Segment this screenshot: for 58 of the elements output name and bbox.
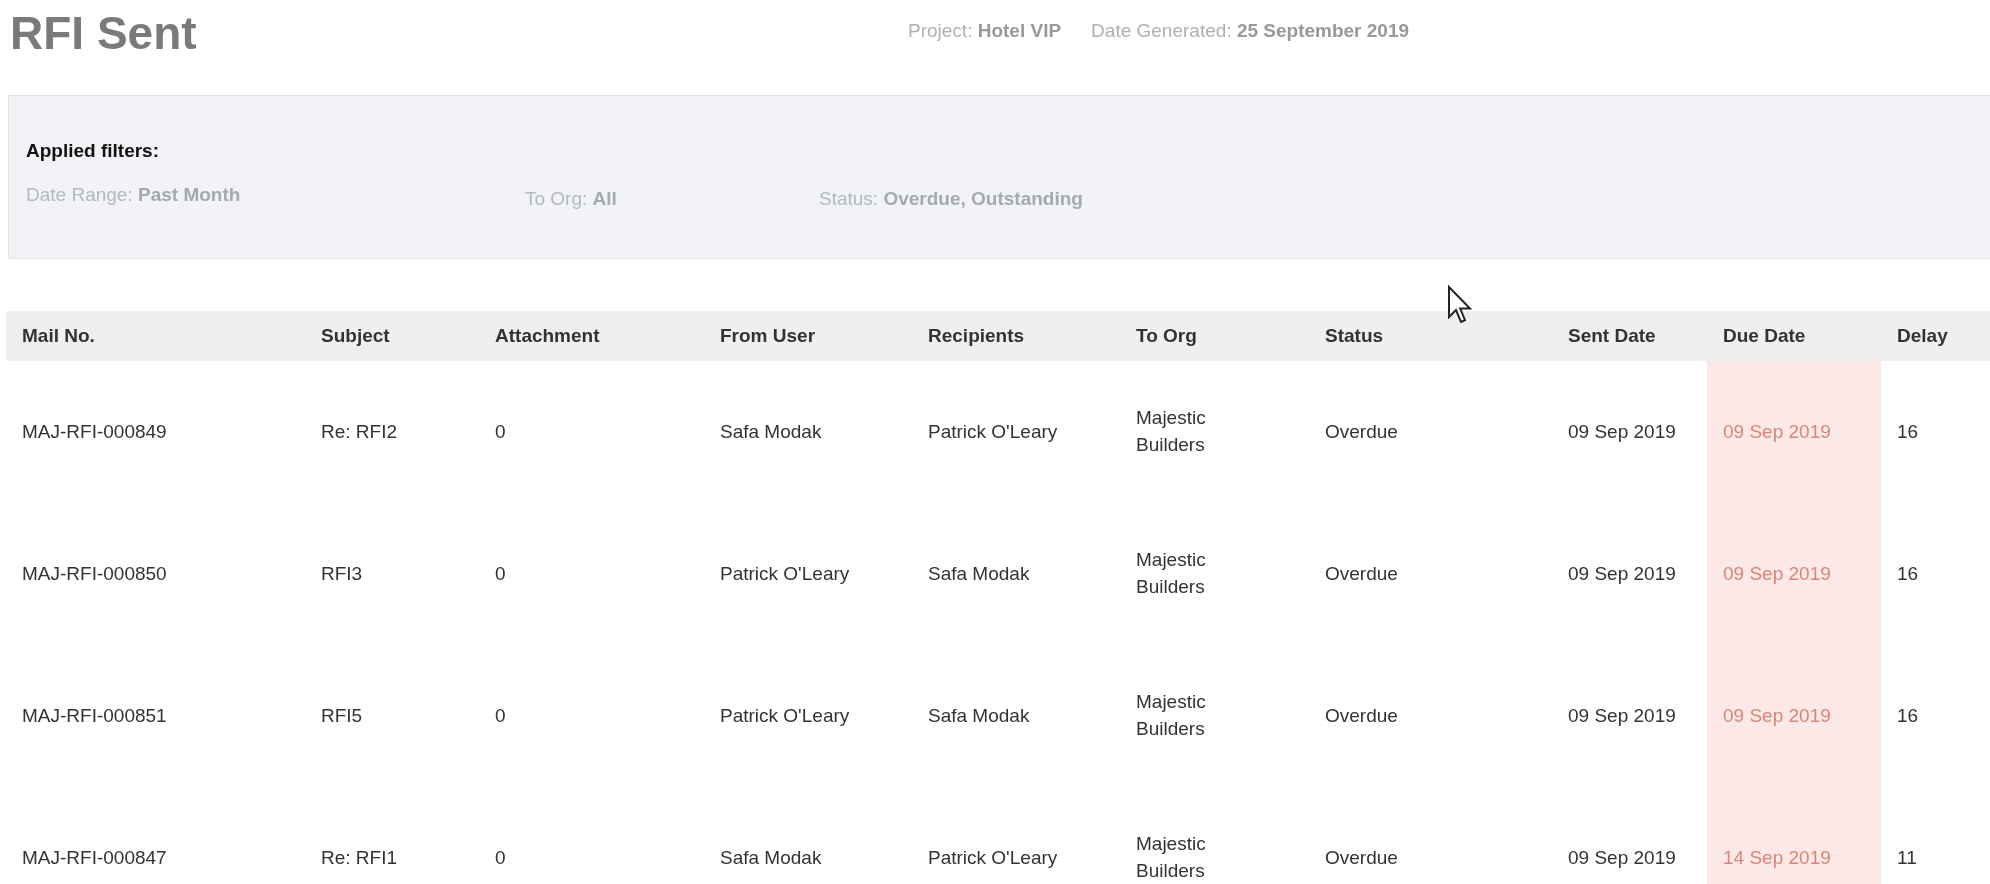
- table-cell-text: Re: RFI1: [320, 845, 399, 870]
- table-cell-text: 16: [1896, 419, 1920, 444]
- table-cell-text: Majestic Builders: [1135, 690, 1207, 741]
- filters-heading: Applied filters:: [26, 140, 160, 162]
- table-cell-text: Patrick O'Leary: [927, 845, 1059, 870]
- table-cell: 09 Sep 2019: [1707, 645, 1881, 787]
- table-cell-text: 0: [494, 703, 507, 728]
- table-cell-text: Majestic Builders: [1135, 406, 1207, 457]
- table-cell-text: Patrick O'Leary: [927, 419, 1059, 444]
- table-cell-text: Patrick O'Leary: [719, 703, 851, 728]
- column-header: Sent Date: [1567, 325, 1657, 347]
- table-cell-text: Overdue: [1324, 845, 1399, 870]
- column-header: To Org: [1135, 325, 1198, 347]
- column-header: Due Date: [1722, 325, 1807, 347]
- report-title: RFI Sent: [10, 6, 198, 60]
- table-cell-text: 0: [494, 845, 507, 870]
- table-cell-text: 16: [1896, 561, 1920, 586]
- table-cell-text: Patrick O'Leary: [719, 561, 851, 586]
- table-cell-text: Majestic Builders: [1135, 548, 1207, 599]
- table-cell-text: Safa Modak: [719, 845, 823, 870]
- table-cell-text: 09 Sep 2019: [1567, 419, 1677, 444]
- column-header: Mail No.: [21, 325, 96, 347]
- table-cell-text: 09 Sep 2019: [1567, 703, 1677, 728]
- table-cell-text: 0: [494, 419, 507, 444]
- table-cell-text: 09 Sep 2019: [1567, 561, 1677, 586]
- table-cell-text: RFI5: [320, 703, 364, 728]
- table-cell-text: 16: [1896, 703, 1920, 728]
- table-cell-text: Safa Modak: [927, 703, 1031, 728]
- table-cell-text: MAJ-RFI-000847: [21, 845, 168, 870]
- filter-text: Date Range: Past Month: [26, 184, 242, 207]
- table-cell-text: RFI3: [320, 561, 364, 586]
- column-header: Subject: [320, 325, 391, 347]
- column-header: Recipients: [927, 325, 1026, 347]
- column-header: Attachment: [494, 325, 601, 347]
- column-header: From User: [719, 325, 817, 347]
- table-cell-text: Overdue: [1324, 561, 1399, 586]
- table-cell-text: Overdue: [1324, 703, 1399, 728]
- table-cell-text: 11: [1896, 845, 1918, 870]
- table-cell-text: MAJ-RFI-000850: [21, 561, 168, 586]
- table-cell: 09 Sep 2019: [1707, 361, 1881, 503]
- table-cell-text: Safa Modak: [927, 561, 1031, 586]
- table-cell: 09 Sep 2019: [1707, 503, 1881, 645]
- meta-text: Date Generated: 25 September 2019: [1091, 20, 1410, 42]
- filter-text: To Org: All: [525, 188, 618, 210]
- column-header: Delay: [1896, 325, 1949, 347]
- column-header: Status: [1324, 325, 1385, 347]
- table-cell-text: Majestic Builders: [1135, 832, 1207, 883]
- cursor-icon: [1447, 285, 1473, 325]
- meta-text: Project: Hotel VIP: [908, 20, 1062, 42]
- table-cell-text: MAJ-RFI-000851: [21, 703, 168, 728]
- table-cell-text: 0: [494, 561, 507, 586]
- table-cell: 14 Sep 2019: [1707, 787, 1881, 884]
- table-cell-text: Overdue: [1324, 419, 1399, 444]
- table-cell-text: MAJ-RFI-000849: [21, 419, 168, 444]
- table-cell-text: Re: RFI2: [320, 419, 399, 444]
- table-cell-text: Safa Modak: [719, 419, 823, 444]
- filter-text: Status: Overdue, Outstanding: [819, 188, 1083, 210]
- table-cell-text: 09 Sep 2019: [1567, 845, 1677, 870]
